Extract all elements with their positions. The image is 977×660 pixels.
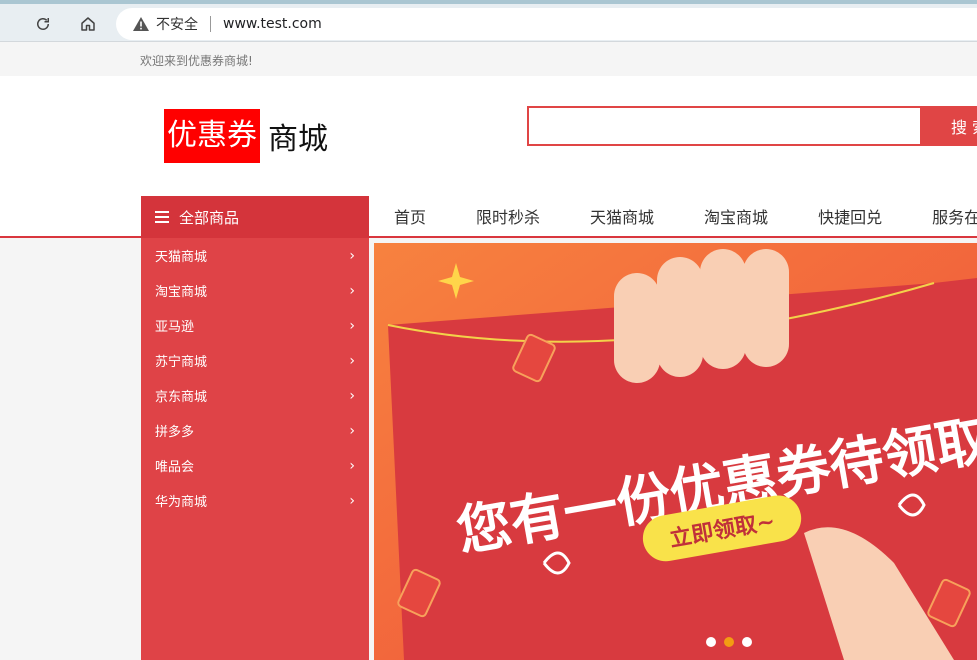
- home-icon[interactable]: [76, 12, 100, 36]
- sidebar-item-suning[interactable]: 苏宁商城 ›: [141, 343, 369, 378]
- address-divider: [210, 16, 211, 32]
- carousel-dot[interactable]: [742, 637, 752, 647]
- search-button[interactable]: 搜 索: [920, 106, 977, 146]
- warning-icon[interactable]: [132, 16, 150, 32]
- sidebar-item-label: 唯品会: [155, 460, 195, 475]
- sidebar-item-taobao[interactable]: 淘宝商城 ›: [141, 273, 369, 308]
- nav-link-tmall[interactable]: 天猫商城: [590, 204, 654, 228]
- sidebar-item-tmall[interactable]: 天猫商城 ›: [141, 238, 369, 273]
- sidebar-item-label: 淘宝商城: [155, 285, 208, 300]
- carousel-dot[interactable]: [706, 637, 716, 647]
- banner-artwork: 您有一份优惠券待领取 立即领取~: [374, 243, 977, 660]
- sidebar-item-pinduoduo[interactable]: 拼多多 ›: [141, 413, 369, 448]
- logo-red-text: 优惠券: [164, 109, 260, 163]
- category-sidebar: 天猫商城 › 淘宝商城 › 亚马逊 › 苏宁商城 › 京东商城 › 拼多多 › 唯品会 › 华…: [141, 238, 369, 660]
- search-input[interactable]: [527, 106, 920, 146]
- sidebar-item-vipshop[interactable]: 唯品会 ›: [141, 448, 369, 483]
- carousel-dots: [706, 637, 760, 647]
- chevron-right-icon: ›: [349, 247, 355, 264]
- chevron-right-icon: ›: [349, 387, 355, 404]
- all-categories-button[interactable]: 全部商品: [141, 196, 369, 238]
- nav-link-home[interactable]: 首页: [394, 204, 426, 228]
- nav-link-quick-redeem[interactable]: 快捷回兑: [818, 204, 882, 228]
- nav-link-taobao[interactable]: 淘宝商城: [704, 204, 768, 228]
- nav-link-flash-sale[interactable]: 限时秒杀: [476, 204, 540, 228]
- promo-banner[interactable]: 您有一份优惠券待领取 立即领取~: [374, 243, 977, 660]
- chevron-right-icon: ›: [349, 317, 355, 334]
- top-strip: 欢迎来到优惠券商城!: [0, 42, 977, 76]
- logo-black-text: 商城: [268, 122, 328, 157]
- chevron-right-icon: ›: [349, 422, 355, 439]
- url-text[interactable]: www.test.com: [223, 16, 322, 32]
- sidebar-item-jd[interactable]: 京东商城 ›: [141, 378, 369, 413]
- sidebar-item-amazon[interactable]: 亚马逊 ›: [141, 308, 369, 343]
- nav-links: 首页 限时秒杀 天猫商城 淘宝商城 快捷回兑 服务在线: [369, 196, 977, 236]
- site-logo[interactable]: 优惠券 商城: [164, 109, 328, 163]
- welcome-text: 欢迎来到优惠券商城!: [140, 54, 253, 68]
- chevron-right-icon: ›: [349, 282, 355, 299]
- sidebar-item-label: 京东商城: [155, 390, 208, 405]
- search-bar: 搜 索: [527, 106, 977, 146]
- chevron-right-icon: ›: [349, 492, 355, 509]
- chevron-right-icon: ›: [349, 457, 355, 474]
- browser-toolbar: 不安全 www.test.com: [0, 0, 977, 42]
- chevron-right-icon: ›: [349, 352, 355, 369]
- sidebar-item-label: 华为商城: [155, 495, 208, 510]
- sidebar-item-label: 苏宁商城: [155, 355, 208, 370]
- security-label[interactable]: 不安全: [156, 14, 198, 34]
- sidebar-item-label: 拼多多: [155, 425, 195, 440]
- sidebar-item-label: 天猫商城: [155, 250, 208, 265]
- site-header: 优惠券 商城 搜 索: [0, 76, 977, 196]
- carousel-dot-active[interactable]: [724, 637, 734, 647]
- sidebar-item-label: 亚马逊: [155, 320, 195, 335]
- reload-icon[interactable]: [31, 12, 55, 36]
- all-categories-label: 全部商品: [179, 208, 240, 227]
- main-nav: 全部商品 首页 限时秒杀 天猫商城 淘宝商城 快捷回兑 服务在线: [0, 196, 977, 238]
- nav-link-online-service[interactable]: 服务在线: [932, 204, 977, 228]
- menu-icon: [155, 211, 169, 223]
- sidebar-item-huawei[interactable]: 华为商城 ›: [141, 483, 369, 518]
- address-bar[interactable]: 不安全 www.test.com: [116, 8, 977, 40]
